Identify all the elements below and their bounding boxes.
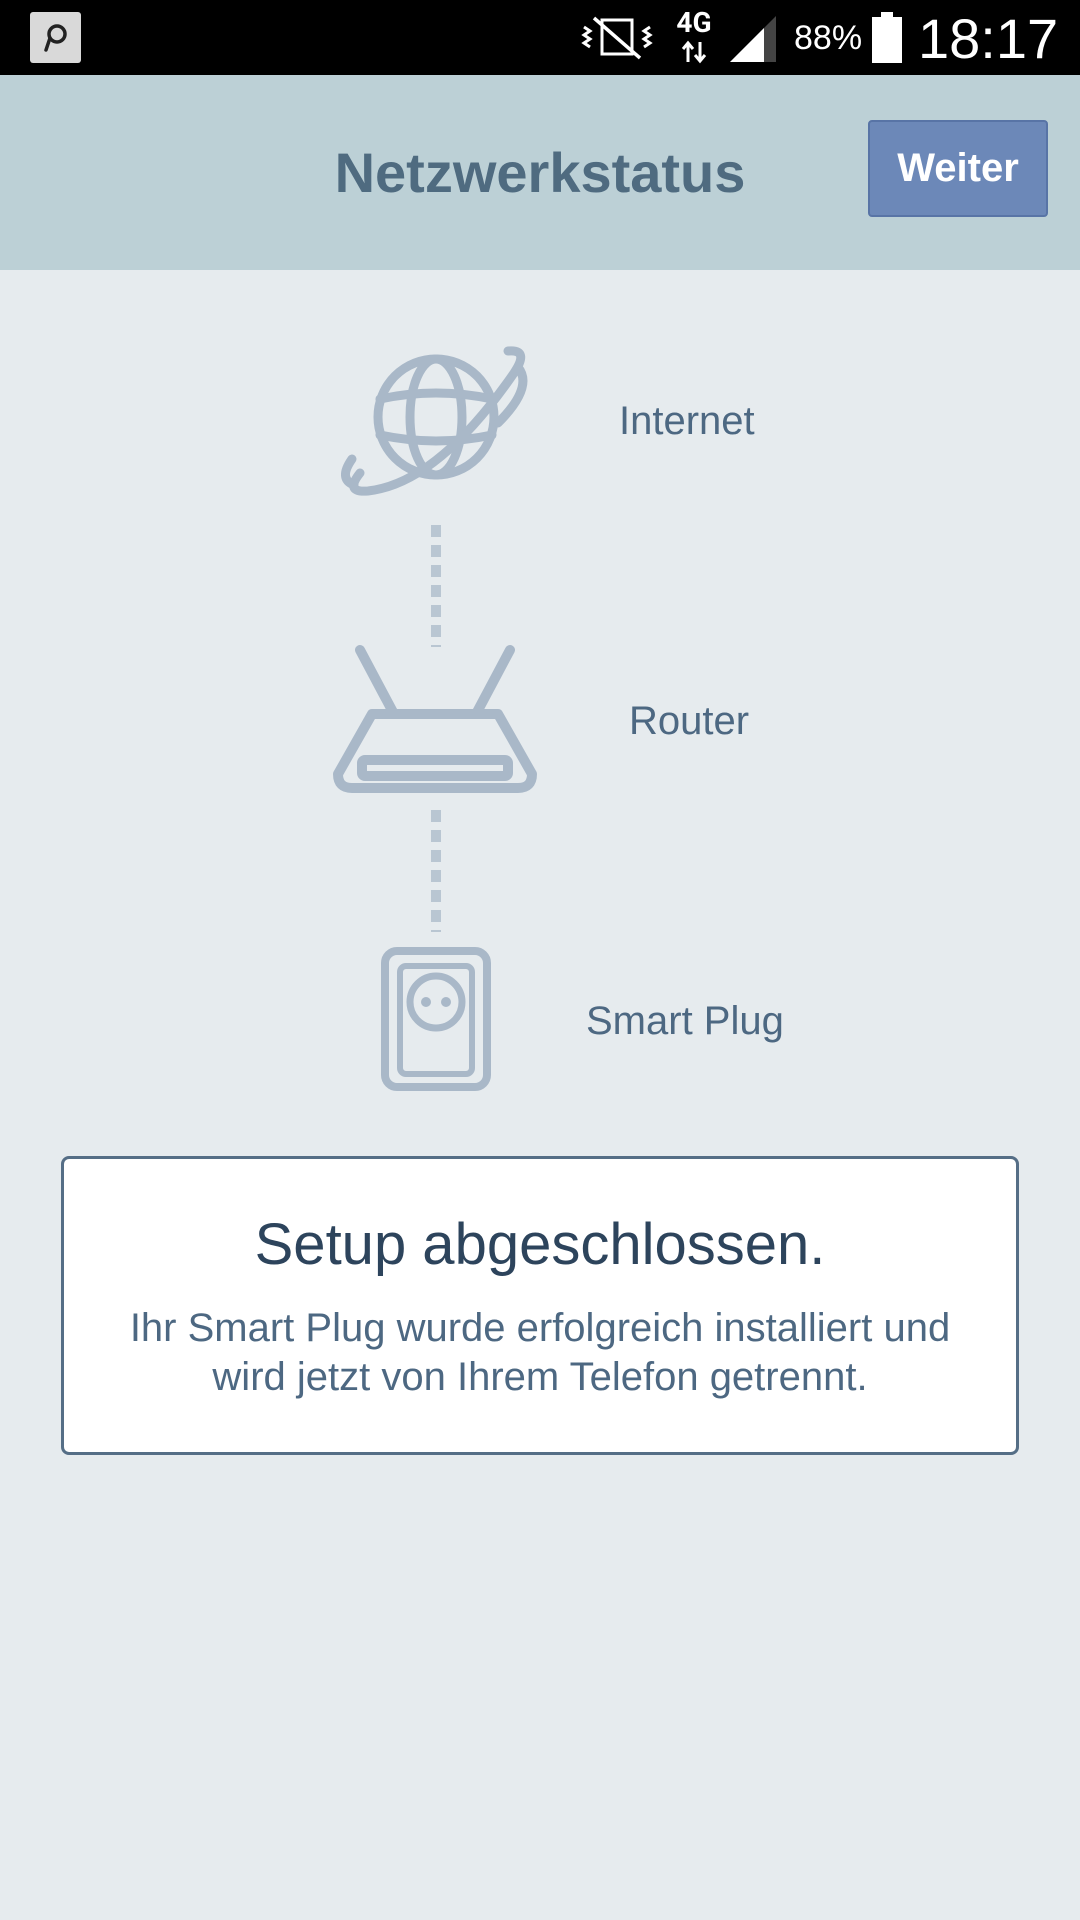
- status-bar: 4G 88% 18:17: [0, 0, 1080, 75]
- data-arrows-icon: [681, 40, 707, 64]
- battery-percent: 88%: [794, 19, 863, 57]
- smart-plug-icon: [381, 947, 491, 1091]
- setup-result-card: Setup abgeschlossen. Ihr Smart Plug wurd…: [61, 1156, 1019, 1455]
- vibrate-off-icon: [581, 16, 653, 60]
- router-icon: [333, 645, 537, 793]
- battery-icon: [872, 12, 902, 63]
- signal-strength-icon: [730, 16, 776, 62]
- next-button[interactable]: Weiter: [868, 120, 1048, 217]
- network-indicator: 4G: [672, 8, 716, 64]
- result-message: Ihr Smart Plug wurde erfolgreich install…: [104, 1304, 976, 1402]
- node-label-internet: Internet: [619, 399, 755, 443]
- clock: 18:17: [918, 7, 1059, 70]
- node-label-router: Router: [629, 699, 750, 743]
- result-message-line: wird jetzt von Ihrem Telefon getrennt.: [212, 1355, 868, 1399]
- node-label-smart-plug: Smart Plug: [586, 999, 784, 1043]
- globe-icon: [341, 346, 528, 496]
- app-notification-icon: [30, 12, 81, 63]
- result-message-line: Ihr Smart Plug wurde erfolgreich install…: [129, 1306, 951, 1350]
- app-header: Netzwerkstatus Weiter: [0, 75, 1080, 270]
- connection-line: [431, 810, 441, 932]
- result-title: Setup abgeschlossen.: [254, 1212, 826, 1277]
- connection-line: [431, 525, 441, 647]
- network-type: 4G: [676, 6, 712, 39]
